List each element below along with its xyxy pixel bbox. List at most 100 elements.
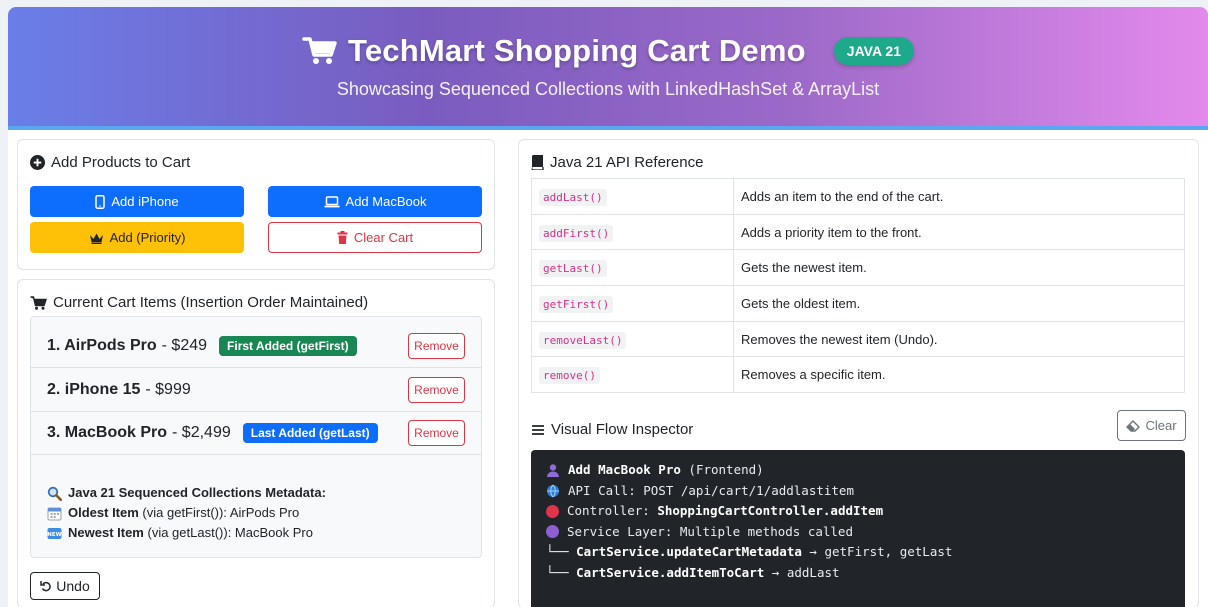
user-icon (547, 464, 559, 478)
tree-branch: └── (546, 544, 569, 559)
method-cell: removeLast() (531, 320, 734, 358)
flow-line-controller: Controller: ShoppingCartController.addIt… (546, 501, 1170, 522)
table-row: remove() Removes a specific item. (531, 356, 1185, 394)
remove-button[interactable]: Remove (408, 420, 465, 446)
table-row: getLast() Gets the newest item. (531, 249, 1185, 287)
eraser-icon (1126, 419, 1141, 432)
cart-items-heading: Current Cart Items (Insertion Order Main… (30, 294, 368, 311)
flow-inspector-heading: Visual Flow Inspector (531, 421, 693, 438)
flow-method-calls: → addLast (771, 564, 840, 580)
new-icon: NEW (47, 527, 62, 539)
method-cell: addLast() (531, 178, 734, 215)
cart-icon (30, 295, 47, 310)
remove-button[interactable]: Remove (408, 377, 465, 403)
undo-label: Undo (56, 578, 90, 594)
list-item: 1. AirPods Pro - $249 First Added (getFi… (31, 325, 481, 368)
method-name: getLast() (539, 260, 607, 278)
flow-line-service: Service Layer: Multiple methods called (546, 522, 1170, 543)
cart-icon (302, 37, 337, 64)
add-priority-label: Add (Priority) (109, 230, 186, 245)
method-cell: getLast() (531, 249, 734, 287)
method-description: Adds an item to the end of the cart. (733, 178, 1185, 215)
method-description: Adds a priority item to the front. (733, 213, 1185, 251)
list-item: 3. MacBook Pro - $2,499 Last Added (getL… (31, 412, 481, 455)
flow-line-api: API Call: POST /api/cart/1/addlastitem (546, 481, 1170, 502)
oldest-value: (via getFirst()): AirPods Pro (142, 505, 300, 520)
remove-button[interactable]: Remove (408, 333, 465, 359)
flow-line-frontend: Add MacBook Pro (Frontend) (546, 460, 1170, 481)
method-cell: getFirst() (531, 285, 734, 322)
page-title: TechMart Shopping Cart Demo (347, 33, 806, 68)
item-name: 2. iPhone 15 (47, 381, 141, 398)
newest-value: (via getLast()): MacBook Pro (147, 525, 313, 540)
item-price: - $999 (145, 381, 191, 398)
cart-items-card: Current Cart Items (Insertion Order Main… (17, 279, 495, 607)
api-reference-heading: Java 21 API Reference (531, 154, 703, 171)
method-cell: remove() (531, 356, 734, 394)
flow-service: Service Layer: Multiple methods called (567, 523, 853, 539)
method-name: removeLast() (539, 331, 627, 349)
method-description: Removes the newest item (Undo). (733, 320, 1185, 358)
item-name: 3. MacBook Pro (47, 424, 168, 441)
api-reference-card: Java 21 API Reference addLast() Adds an i… (518, 139, 1199, 607)
metadata-heading: Java 21 Sequenced Collections Metadata: (47, 483, 326, 503)
api-reference-title: Java 21 API Reference (550, 154, 704, 171)
crown-icon (89, 233, 103, 244)
flow-line-method-2: └── CartService.addItemToCart → addLast (546, 563, 1170, 584)
first-added-badge: First Added (getFirst) (219, 336, 357, 356)
item-price: - $2,499 (172, 424, 231, 441)
method-description: Gets the oldest item. (733, 285, 1185, 322)
flow-line-method-1: └── CartService.updateCartMetadata → get… (546, 542, 1170, 563)
api-reference-table: addLast() Adds an item to the end of the … (531, 178, 1185, 394)
java-version-badge: JAVA 21 (833, 37, 914, 65)
clear-flow-label: Clear (1145, 418, 1177, 433)
flow-log: Add MacBook Pro (Frontend) API Call: POS… (531, 450, 1185, 607)
flow-method: CartService.updateCartMetadata (576, 544, 802, 559)
svg-text:NEW: NEW (47, 532, 61, 538)
flow-controller: ShoppingCartController.addItem (657, 503, 884, 518)
last-added-badge: Last Added (getLast) (242, 423, 378, 443)
oldest-item-row: Oldest Item (via getFirst()): AirPods Pr… (47, 503, 326, 523)
clear-cart-button[interactable]: Clear Cart (268, 222, 482, 253)
magnifier-icon (47, 486, 62, 501)
trash-icon (337, 231, 348, 244)
purple-circle-icon (546, 525, 559, 539)
calendar-icon (47, 507, 62, 520)
list-icon (532, 424, 544, 435)
add-priority-button[interactable]: Add (Priority) (30, 222, 244, 253)
globe-icon (547, 484, 559, 498)
add-products-title: Add Products to Cart (51, 154, 191, 171)
table-row: removeLast() Removes the newest item (Und… (531, 320, 1185, 358)
method-name: addLast() (539, 188, 607, 206)
method-name: addFirst() (539, 224, 614, 242)
method-description: Gets the newest item. (733, 249, 1185, 287)
add-products-card: Add Products to Cart Add iPhone Add MacB… (17, 139, 495, 270)
page-header: TechMart Shopping Cart Demo JAVA 21 Show… (8, 7, 1208, 130)
add-macbook-button[interactable]: Add MacBook (268, 186, 482, 217)
flow-method-calls: → getFirst, getLast (809, 544, 953, 559)
cart-items-title: Current Cart Items (Insertion Order Main… (53, 294, 369, 311)
add-products-heading: Add Products to Cart (30, 154, 190, 171)
oldest-label: Oldest Item (68, 505, 139, 520)
clear-flow-button[interactable]: Clear (1117, 410, 1186, 441)
table-row: getFirst() Gets the oldest item. (531, 285, 1185, 322)
metadata-title: Java 21 Sequenced Collections Metadata: (68, 485, 326, 500)
list-item: 2. iPhone 15 - $999 Remove (31, 369, 481, 412)
item-price: - $249 (161, 337, 208, 354)
undo-button[interactable]: Undo (30, 572, 100, 600)
metadata-section: Java 21 Sequenced Collections Metadata: … (47, 483, 326, 543)
tree-branch: └── (546, 564, 569, 580)
flow-method: CartService.addItemToCart (576, 564, 765, 580)
item-name: 1. AirPods Pro (47, 337, 157, 354)
method-name: getFirst() (539, 295, 614, 313)
page-subtitle: Showcasing Sequenced Collections with Li… (336, 79, 880, 99)
table-row: addLast() Adds an item to the end of the … (531, 178, 1185, 215)
undo-icon (40, 581, 52, 592)
laptop-icon (324, 195, 340, 207)
table-row: addFirst() Adds a priority item to the fr… (531, 213, 1185, 251)
book-icon (531, 155, 544, 170)
method-cell: addFirst() (531, 213, 734, 251)
add-macbook-label: Add MacBook (345, 194, 427, 209)
add-iphone-button[interactable]: Add iPhone (30, 186, 244, 217)
flow-action: Add MacBook Pro (568, 462, 681, 477)
